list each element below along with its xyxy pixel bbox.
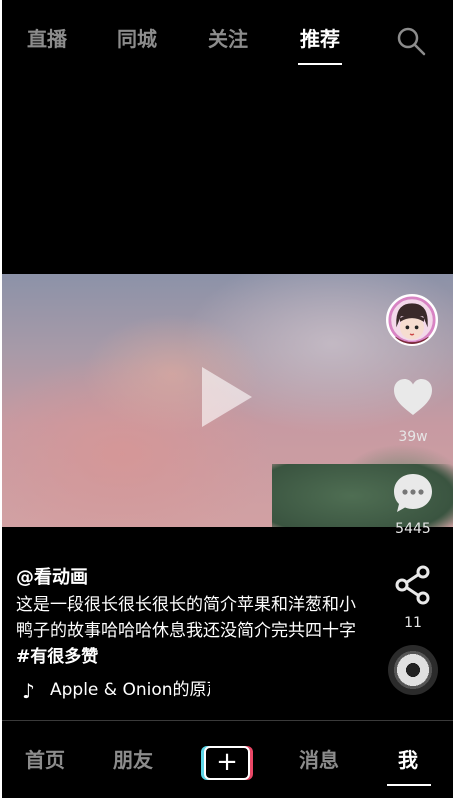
description-text: 这是一段很长很长很长的简介苹果和洋葱和小鸭子的故事哈哈哈休息我还没简介完共四十字 bbox=[16, 595, 356, 641]
share-icon[interactable] bbox=[394, 565, 432, 605]
comment-count: 5445 bbox=[395, 521, 431, 537]
tab-nearby[interactable]: 同城 bbox=[117, 24, 157, 54]
hashtag-link[interactable]: #有很多赞 bbox=[16, 647, 98, 667]
nav-messages[interactable]: 消息 bbox=[299, 746, 339, 774]
comment-icon[interactable] bbox=[392, 472, 434, 514]
plus-icon: + bbox=[216, 747, 238, 777]
search-icon[interactable] bbox=[396, 26, 426, 56]
music-disc-icon[interactable] bbox=[388, 645, 438, 695]
nav-friends[interactable]: 朋友 bbox=[113, 746, 153, 774]
share-count: 11 bbox=[404, 615, 422, 631]
tab-recommend[interactable]: 推荐 bbox=[300, 24, 340, 54]
active-nav-indicator bbox=[387, 784, 431, 786]
tab-live[interactable]: 直播 bbox=[27, 24, 67, 54]
tab-following[interactable]: 关注 bbox=[208, 24, 248, 54]
nav-home[interactable]: 首页 bbox=[25, 746, 65, 774]
author-avatar[interactable] bbox=[386, 294, 438, 346]
post-description: 这是一段很长很长很长的简介苹果和洋葱和小鸭子的故事哈哈哈休息我还没简介完共四十字… bbox=[16, 592, 366, 670]
music-note-icon: ♪ bbox=[22, 679, 35, 703]
play-icon[interactable] bbox=[202, 367, 252, 427]
nav-me[interactable]: 我 bbox=[398, 746, 418, 774]
add-button[interactable]: + bbox=[201, 746, 253, 780]
like-count: 39w bbox=[398, 429, 428, 445]
bottom-nav-divider bbox=[2, 720, 453, 721]
author-name[interactable]: @看动画 bbox=[16, 563, 88, 589]
heart-icon[interactable] bbox=[392, 377, 434, 417]
music-title[interactable]: Apple & Onion的原声 bbox=[50, 679, 210, 701]
app-screen: 直播 同城 关注 推荐 39w 5445 11 @看动画 这是一段很长很长很长的… bbox=[2, 0, 453, 798]
active-tab-indicator bbox=[298, 63, 342, 65]
